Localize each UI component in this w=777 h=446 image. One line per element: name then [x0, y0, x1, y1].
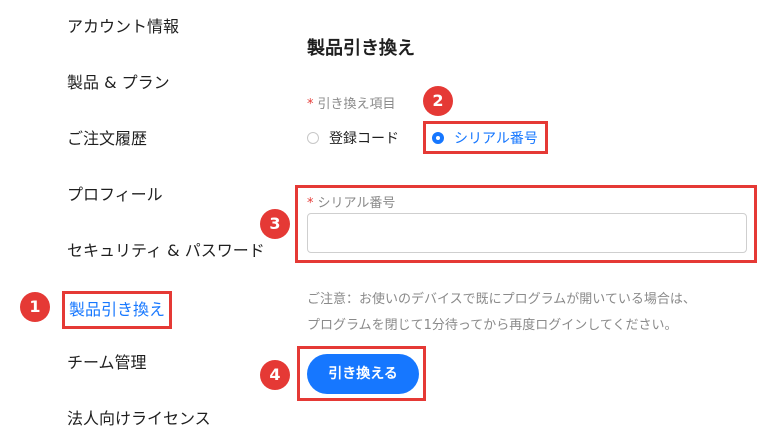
sidebar-item-profile[interactable]: プロフィール: [67, 185, 163, 205]
sidebar-item-order-history[interactable]: ご注文履歴: [67, 129, 147, 149]
callout-badge-4: 4: [260, 360, 290, 390]
radio-registration-code[interactable]: 登録コード: [307, 128, 399, 148]
sidebar-item-account-info[interactable]: アカウント情報: [67, 17, 179, 37]
serial-number-label-text: シリアル番号: [317, 196, 396, 211]
sidebar-item-label: 法人向けライセンス: [67, 409, 211, 428]
sidebar-item-label: アカウント情報: [67, 17, 180, 36]
sidebar-item-label: ご注文履歴: [67, 129, 148, 148]
sidebar-item-products-plans[interactable]: 製品 & プラン: [67, 73, 170, 93]
radio-label: シリアル番号: [454, 131, 538, 147]
redeem-button[interactable]: 引き換える: [307, 354, 419, 394]
sidebar-item-security-password[interactable]: セキュリティ & パスワード: [67, 241, 265, 261]
sidebar-item-label: 製品 & プラン: [67, 73, 170, 92]
redeem-item-label-text: 引き換え項目: [317, 97, 396, 112]
serial-number-input[interactable]: [307, 213, 747, 253]
sidebar-item-label: プロフィール: [67, 185, 163, 204]
required-mark: *: [307, 97, 314, 112]
sidebar-item-label: セキュリティ & パスワード: [67, 241, 265, 260]
callout-badge-1: 1: [20, 292, 50, 322]
sidebar-item-label: チーム管理: [67, 353, 147, 372]
callout-badge-3: 3: [260, 209, 290, 239]
notice-line: プログラムを閉じて1分待ってから再度ログインしてください。: [307, 318, 678, 333]
radio-unchecked-icon: [307, 132, 319, 144]
notice-line: ご注意：お使いのデバイスで既にプログラムが開いている場合は、: [307, 292, 696, 307]
required-mark: *: [307, 196, 314, 211]
redeem-item-label: * 引き換え項目: [307, 97, 396, 113]
sidebar-item-product-redeem[interactable]: 製品引き換え: [62, 291, 173, 329]
radio-label: 登録コード: [329, 131, 399, 147]
page-title: 製品引き換え: [307, 38, 415, 59]
sidebar-item-team-management[interactable]: チーム管理: [67, 353, 147, 373]
sidebar-nav: アカウント情報 製品 & プラン ご注文履歴 プロフィール セキュリティ & パ…: [0, 0, 290, 446]
radio-serial-number[interactable]: シリアル番号: [432, 128, 538, 148]
serial-number-label: * シリアル番号: [307, 196, 395, 212]
notice-text: ご注意：お使いのデバイスで既にプログラムが開いている場合は、 プログラムを閉じて…: [307, 287, 747, 339]
radio-checked-icon: [432, 132, 444, 144]
sidebar-item-label: 製品引き換え: [62, 291, 173, 329]
page: アカウント情報 製品 & プラン ご注文履歴 プロフィール セキュリティ & パ…: [0, 0, 777, 446]
sidebar-item-business-license[interactable]: 法人向けライセンス: [67, 409, 211, 429]
callout-badge-2: 2: [423, 86, 453, 116]
